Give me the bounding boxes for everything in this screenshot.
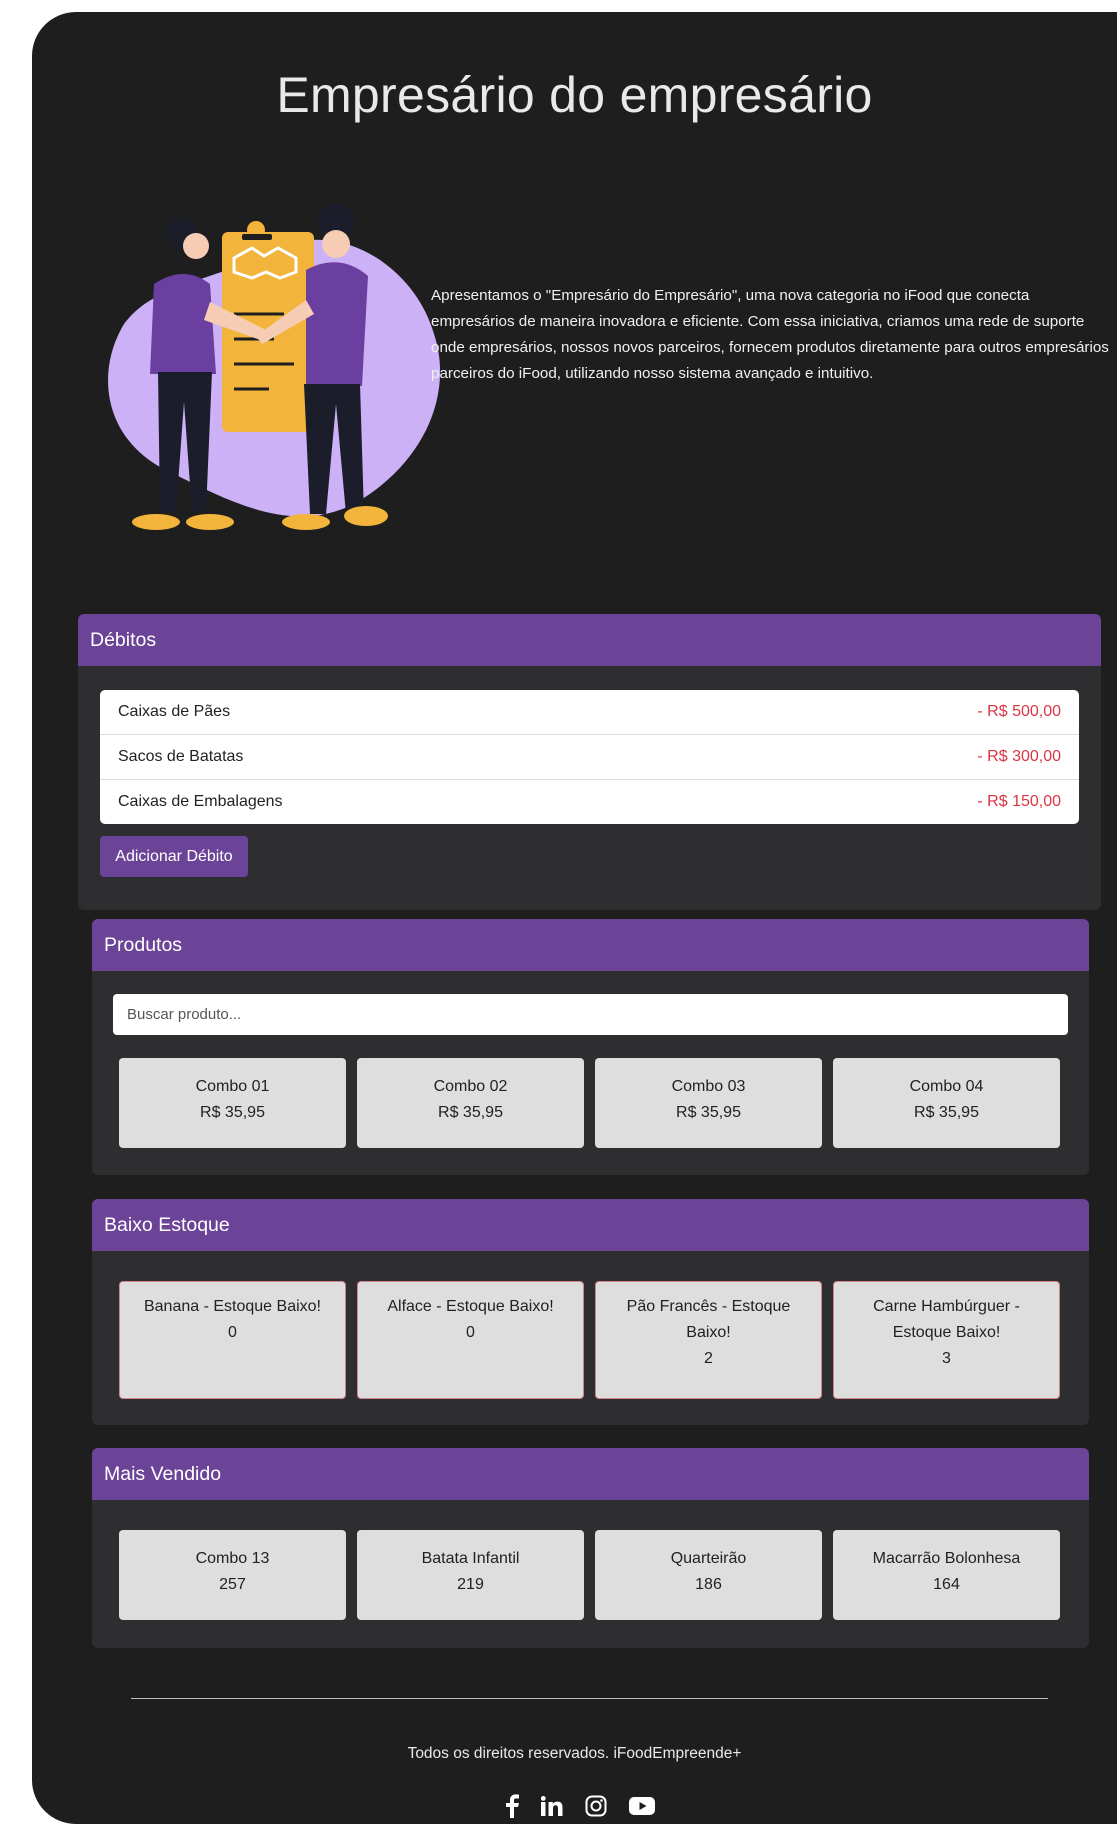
low-stock-label: Banana - Estoque Baixo! bbox=[143, 1298, 321, 1315]
footer-text: Todos os direitos reservados. iFoodEmpre… bbox=[407, 1745, 742, 1762]
best-seller-count: 257 bbox=[219, 1576, 246, 1593]
footer-divider bbox=[131, 1698, 1048, 1699]
best-seller-name: Combo 13 bbox=[195, 1550, 270, 1567]
linkedin-icon[interactable] bbox=[541, 1796, 563, 1816]
best-seller-name: Quarteirão bbox=[670, 1550, 747, 1567]
low-stock-qty: 2 bbox=[704, 1350, 713, 1367]
best-seller-count: 164 bbox=[933, 1576, 960, 1593]
low-stock-label: Pão Francês - Estoque Baixo! bbox=[626, 1298, 791, 1341]
product-price: R$ 35,95 bbox=[914, 1104, 979, 1121]
youtube-icon[interactable] bbox=[629, 1797, 655, 1815]
product-name: Combo 04 bbox=[909, 1078, 984, 1095]
product-card[interactable]: Combo 03 R$ 35,95 bbox=[595, 1058, 822, 1148]
best-seller-cards: Combo 13 257 Batata Infantil 219 Quartei… bbox=[119, 1530, 1060, 1620]
low-stock-label: Alface - Estoque Baixo! bbox=[387, 1298, 554, 1315]
low-stock-card: Banana - Estoque Baixo! 0 bbox=[119, 1281, 346, 1399]
best-seller-count: 186 bbox=[695, 1576, 722, 1593]
add-debit-button[interactable]: Adicionar Débito bbox=[100, 836, 248, 877]
product-name: Combo 01 bbox=[195, 1078, 270, 1095]
low-stock-section: Baixo Estoque Banana - Estoque Baixo! 0 … bbox=[92, 1199, 1089, 1425]
page-title: Empresário do empresário bbox=[276, 67, 873, 123]
low-stock-card: Carne Hambúrguer - Estoque Baixo! 3 bbox=[833, 1281, 1060, 1399]
debit-name: Sacos de Batatas bbox=[118, 748, 244, 765]
product-price: R$ 35,95 bbox=[200, 1104, 265, 1121]
debit-amount: - R$ 150,00 bbox=[977, 793, 1061, 810]
product-card[interactable]: Combo 01 R$ 35,95 bbox=[119, 1058, 346, 1148]
debit-name: Caixas de Embalagens bbox=[118, 793, 283, 810]
product-search-input[interactable] bbox=[113, 994, 1068, 1035]
best-seller-count: 219 bbox=[457, 1576, 484, 1593]
debit-name: Caixas de Pães bbox=[118, 703, 231, 720]
handshake-illustration bbox=[108, 204, 441, 530]
debit-row: Sacos de Batatas - R$ 300,00 bbox=[100, 735, 1079, 780]
best-seller-name: Batata Infantil bbox=[421, 1550, 520, 1567]
low-stock-card: Alface - Estoque Baixo! 0 bbox=[357, 1281, 584, 1399]
product-card[interactable]: Combo 02 R$ 35,95 bbox=[357, 1058, 584, 1148]
best-seller-name: Macarrão Bolonhesa bbox=[872, 1550, 1021, 1567]
debit-amount: - R$ 300,00 bbox=[977, 748, 1061, 765]
product-name: Combo 03 bbox=[671, 1078, 746, 1095]
low-stock-label: Carne Hambúrguer - Estoque Baixo! bbox=[873, 1298, 1020, 1341]
product-price: R$ 35,95 bbox=[438, 1104, 503, 1121]
best-sellers-header: Mais Vendido bbox=[92, 1448, 1089, 1500]
product-card[interactable]: Combo 04 R$ 35,95 bbox=[833, 1058, 1060, 1148]
product-cards: Combo 01 R$ 35,95 Combo 02 R$ 35,95 Comb… bbox=[119, 1058, 1060, 1148]
debit-row: Caixas de Pães - R$ 500,00 bbox=[100, 690, 1079, 735]
page-container: Empresário do empresário Apresentamos o … bbox=[32, 12, 1117, 1824]
hero-description: Apresentamos o "Empresário do Empresário… bbox=[431, 287, 1109, 383]
best-seller-card: Macarrão Bolonhesa 164 bbox=[833, 1530, 1060, 1620]
low-stock-cards: Banana - Estoque Baixo! 0 Alface - Estoq… bbox=[119, 1281, 1060, 1399]
products-section: Produtos Combo 01 R$ 35,95 Combo 02 R$ 3… bbox=[92, 919, 1089, 1175]
debit-list: Caixas de Pães - R$ 500,00 Sacos de Bata… bbox=[100, 690, 1079, 824]
best-seller-card: Combo 13 257 bbox=[119, 1530, 346, 1620]
products-header: Produtos bbox=[92, 919, 1089, 971]
debit-row: Caixas de Embalagens - R$ 150,00 bbox=[100, 780, 1079, 824]
facebook-icon[interactable] bbox=[505, 1794, 519, 1818]
best-sellers-section: Mais Vendido Combo 13 257 Batata Infanti… bbox=[92, 1448, 1089, 1648]
debits-section: Débitos Caixas de Pães - R$ 500,00 Sacos… bbox=[78, 614, 1101, 910]
product-price: R$ 35,95 bbox=[676, 1104, 741, 1121]
best-seller-card: Quarteirão 186 bbox=[595, 1530, 822, 1620]
low-stock-header: Baixo Estoque bbox=[92, 1199, 1089, 1251]
instagram-icon[interactable] bbox=[585, 1795, 607, 1817]
debits-header: Débitos bbox=[78, 614, 1101, 666]
low-stock-qty: 3 bbox=[942, 1350, 951, 1367]
product-name: Combo 02 bbox=[433, 1078, 508, 1095]
low-stock-qty: 0 bbox=[228, 1324, 237, 1341]
debit-amount: - R$ 500,00 bbox=[977, 703, 1061, 720]
best-seller-card: Batata Infantil 219 bbox=[357, 1530, 584, 1620]
low-stock-qty: 0 bbox=[466, 1324, 475, 1341]
low-stock-card: Pão Francês - Estoque Baixo! 2 bbox=[595, 1281, 822, 1399]
social-links bbox=[505, 1794, 655, 1818]
